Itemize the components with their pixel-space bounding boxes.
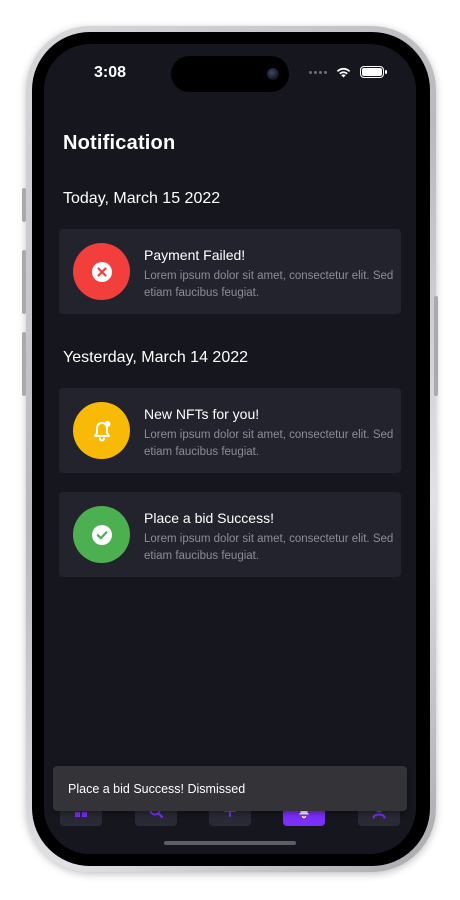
signal-icon xyxy=(309,70,327,74)
notification-title: Payment Failed! xyxy=(144,247,246,263)
volume-down-button xyxy=(22,332,26,396)
notification-card[interactable]: Place a bid Success! Lorem ipsum dolor s… xyxy=(59,492,401,577)
notification-card[interactable]: New NFTs for you! Lorem ipsum dolor sit … xyxy=(59,388,401,473)
power-button xyxy=(434,296,438,396)
action-button xyxy=(22,188,26,222)
notification-description: Lorem ipsum dolor sit amet, consectetur … xyxy=(144,533,394,562)
home-indicator[interactable] xyxy=(164,841,296,845)
notification-title: New NFTs for you! xyxy=(144,406,260,422)
dynamic-island xyxy=(171,56,289,92)
battery-icon xyxy=(360,66,387,78)
wifi-icon xyxy=(336,67,351,78)
app-screen: 3:08 Notification Today, March 15 2022 P… xyxy=(44,44,416,854)
notification-card[interactable]: Payment Failed! Lorem ipsum dolor sit am… xyxy=(59,229,401,314)
snackbar-message: Place a bid Success! Dismissed xyxy=(68,781,246,796)
bell-icon xyxy=(73,402,130,459)
section-title-yesterday: Yesterday, March 14 2022 xyxy=(63,349,249,366)
camera-icon xyxy=(267,68,279,80)
status-time: 3:08 xyxy=(94,64,127,81)
notification-description: Lorem ipsum dolor sit amet, consectetur … xyxy=(144,270,394,299)
notification-description: Lorem ipsum dolor sit amet, consectetur … xyxy=(144,429,394,458)
section-title-today: Today, March 15 2022 xyxy=(63,190,221,207)
page-title: Notification xyxy=(63,132,176,154)
notification-title: Place a bid Success! xyxy=(144,510,274,526)
snackbar: Place a bid Success! Dismissed xyxy=(53,766,407,811)
check-icon xyxy=(73,506,130,563)
status-indicators xyxy=(309,66,387,78)
error-x-icon xyxy=(73,243,130,300)
volume-up-button xyxy=(22,250,26,314)
